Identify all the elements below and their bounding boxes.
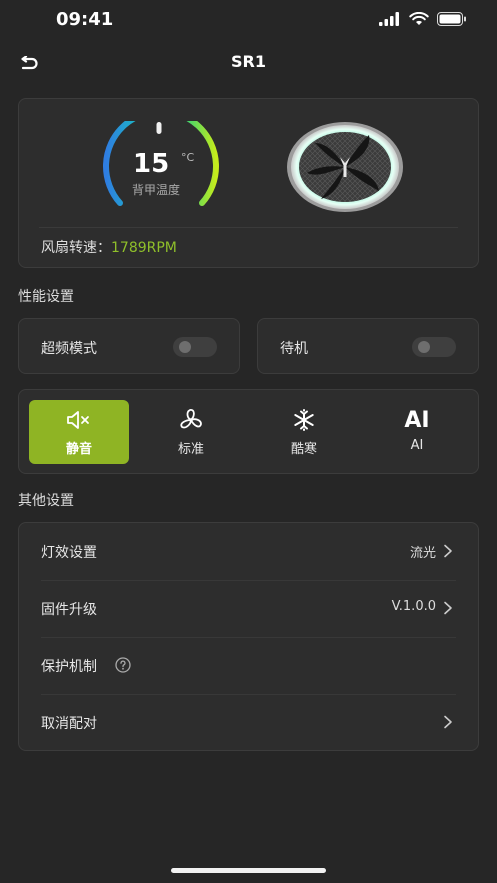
wifi-icon	[409, 12, 429, 25]
mode-standard[interactable]: 标准	[141, 400, 241, 464]
status-icons	[379, 12, 467, 26]
toggle-knob	[418, 341, 430, 353]
help-icon[interactable]	[115, 657, 131, 673]
setting-label: 灯效设置	[41, 545, 97, 561]
chevron-right-icon	[444, 601, 452, 615]
setting-row-lighting[interactable]: 灯效设置 流光	[19, 523, 480, 580]
overclock-toggle[interactable]	[173, 337, 217, 357]
home-indicator[interactable]	[171, 868, 326, 873]
temperature-value: 15	[133, 149, 170, 179]
status-time: 09:41	[56, 9, 114, 30]
temperature-unit: °C	[181, 151, 195, 164]
fan-speed-label: 风扇转速：	[41, 240, 111, 256]
mode-label: AI	[410, 438, 424, 453]
other-settings-card: 灯效设置 流光 固件升级 V.1.0.0 保护机制 取消配对	[18, 522, 479, 751]
mode-mute[interactable]: 静音	[29, 400, 129, 464]
device-status-card: 15 °C 背甲温度 风扇转速：1789RPM	[18, 98, 479, 268]
other-section-title: 其他设置	[18, 493, 74, 509]
mode-selector: 静音 标准 酷寒 AI AI	[18, 389, 479, 474]
setting-label: 取消配对	[41, 716, 97, 732]
mode-cool[interactable]: 酷寒	[254, 400, 354, 464]
setting-label: 固件升级	[41, 602, 97, 618]
chevron-right-icon	[444, 715, 452, 729]
battery-icon	[437, 12, 466, 26]
mode-label: 酷寒	[290, 442, 317, 457]
page-title: SR1	[231, 52, 266, 71]
standby-label: 待机	[280, 341, 308, 357]
status-divider	[39, 227, 458, 228]
chevron-right-icon	[444, 544, 452, 558]
fan-speed-value: 1789RPM	[111, 240, 177, 256]
fan-image	[287, 122, 403, 212]
status-bar: 09:41	[0, 0, 497, 44]
setting-row-firmware[interactable]: 固件升级 V.1.0.0	[19, 580, 480, 637]
mute-speaker-icon	[67, 411, 89, 429]
setting-value: V.1.0.0	[391, 599, 436, 614]
setting-label: 保护机制	[41, 659, 97, 675]
nav-bar: SR1	[0, 44, 497, 84]
setting-row-protection[interactable]: 保护机制	[19, 637, 480, 694]
temperature-label: 背甲温度	[132, 183, 181, 197]
setting-row-unpair[interactable]: 取消配对	[19, 694, 480, 751]
setting-value: 流光	[409, 546, 436, 561]
signal-icon	[379, 12, 399, 26]
standby-card: 待机	[257, 318, 479, 374]
overclock-card: 超频模式	[18, 318, 240, 374]
ai-icon: AI	[404, 407, 430, 433]
toggle-knob	[179, 341, 191, 353]
fan-speed-row: 风扇转速：1789RPM	[41, 237, 177, 257]
fan-icon	[180, 409, 202, 429]
standby-toggle[interactable]	[412, 337, 456, 357]
overclock-label: 超频模式	[41, 341, 97, 357]
performance-section-title: 性能设置	[18, 289, 74, 305]
mode-label: 静音	[65, 442, 92, 457]
mode-label: 标准	[177, 442, 204, 457]
snowflake-icon	[294, 409, 314, 431]
mode-ai[interactable]: AI AI	[367, 400, 467, 464]
